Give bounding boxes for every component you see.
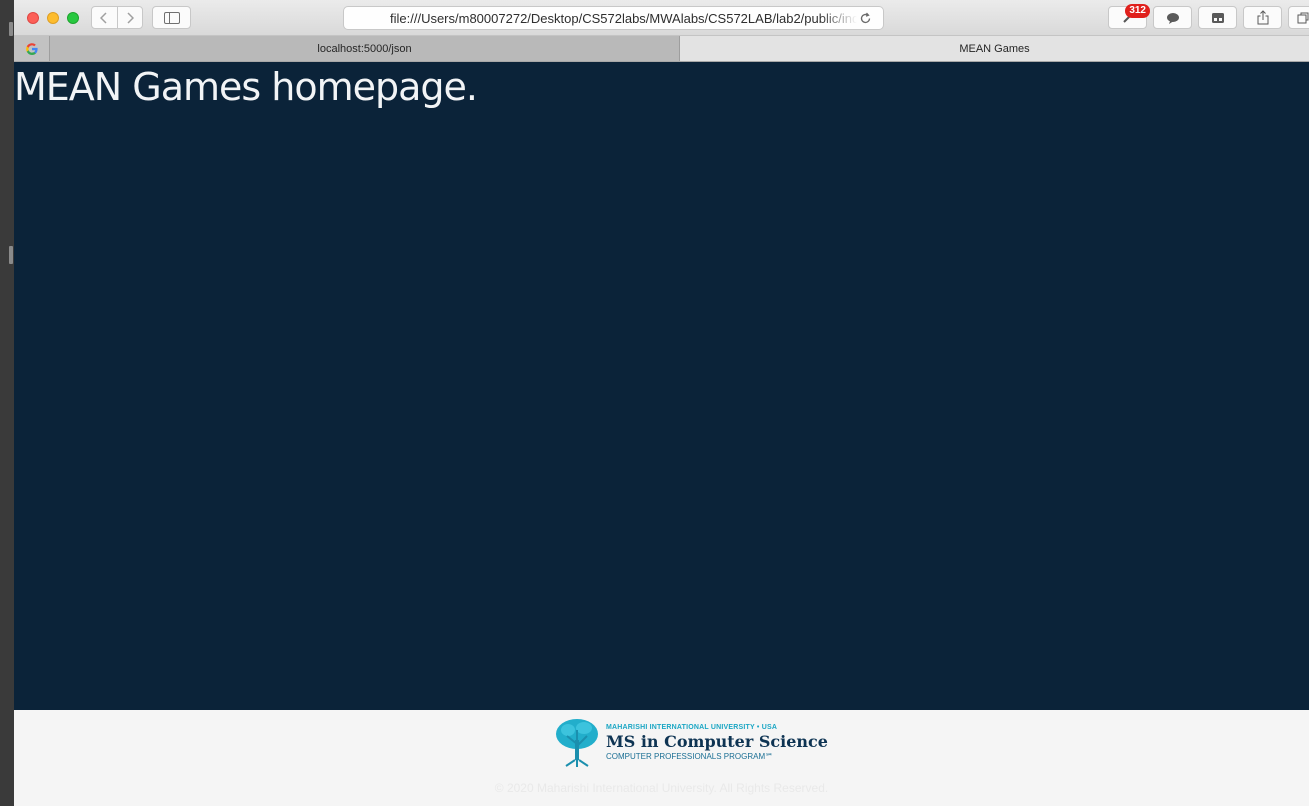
- pinned-tab-google[interactable]: [14, 36, 50, 61]
- address-url: file:///Users/m80007272/Desktop/CS572lab…: [390, 10, 857, 26]
- share-icon: [1257, 10, 1268, 25]
- tab-overview-button[interactable]: [1198, 6, 1237, 29]
- extension-badge: 312: [1125, 4, 1150, 18]
- tree-logo-icon: [556, 719, 598, 767]
- forward-button[interactable]: [116, 7, 142, 28]
- reload-icon: [860, 12, 870, 23]
- maximize-window-button[interactable]: [67, 12, 79, 24]
- google-icon: [25, 42, 38, 55]
- tab-localhost-json[interactable]: localhost:5000/json: [50, 36, 680, 61]
- browser-window: file:///Users/m80007272/Desktop/CS572lab…: [14, 0, 1309, 806]
- extension-button[interactable]: 312: [1108, 4, 1150, 29]
- tab-bar: localhost:5000/json MEAN Games: [14, 36, 1309, 62]
- tab-label: localhost:5000/json: [317, 42, 412, 55]
- browser-toolbar: file:///Users/m80007272/Desktop/CS572lab…: [14, 0, 1309, 36]
- address-bar[interactable]: file:///Users/m80007272/Desktop/CS572lab…: [343, 6, 884, 30]
- desktop-mark: [9, 246, 13, 264]
- desktop-mark: [9, 22, 13, 36]
- share-button[interactable]: [1243, 6, 1282, 29]
- page-footer: MAHARISHI INTERNATIONAL UNIVERSITY • USA…: [14, 710, 1309, 806]
- logo-text: MAHARISHI INTERNATIONAL UNIVERSITY • USA…: [606, 724, 828, 761]
- university-logo: MAHARISHI INTERNATIONAL UNIVERSITY • USA…: [554, 716, 828, 768]
- new-window-icon: [1297, 12, 1309, 23]
- navigation-buttons: [91, 6, 143, 29]
- back-button[interactable]: [92, 7, 117, 28]
- forward-icon: [127, 11, 134, 24]
- page-title: MEAN Games homepage.: [14, 65, 478, 109]
- sidebar-button[interactable]: [152, 6, 191, 29]
- chat-icon: [1166, 12, 1179, 24]
- page-content: MEAN Games homepage.: [14, 62, 1309, 710]
- copyright-text: © 2020 Maharishi International Universit…: [494, 781, 829, 795]
- chat-button[interactable]: [1153, 6, 1192, 29]
- desktop-background: [0, 0, 14, 806]
- back-icon: [100, 11, 108, 24]
- close-window-button[interactable]: [27, 12, 39, 24]
- logo-subprogram: COMPUTER PROFESSIONALS PROGRAM℠: [606, 751, 774, 761]
- reload-button[interactable]: [857, 10, 873, 26]
- minimize-window-button[interactable]: [47, 12, 59, 24]
- new-window-button[interactable]: [1288, 6, 1309, 29]
- tab-overview-icon: [1211, 12, 1224, 23]
- logo-university: MAHARISHI INTERNATIONAL UNIVERSITY • USA: [606, 723, 778, 731]
- sidebar-icon: [163, 11, 180, 24]
- tab-label: MEAN Games: [959, 42, 1030, 55]
- tab-mean-games[interactable]: MEAN Games: [680, 36, 1309, 61]
- logo-program: MS in Computer Science: [606, 731, 828, 751]
